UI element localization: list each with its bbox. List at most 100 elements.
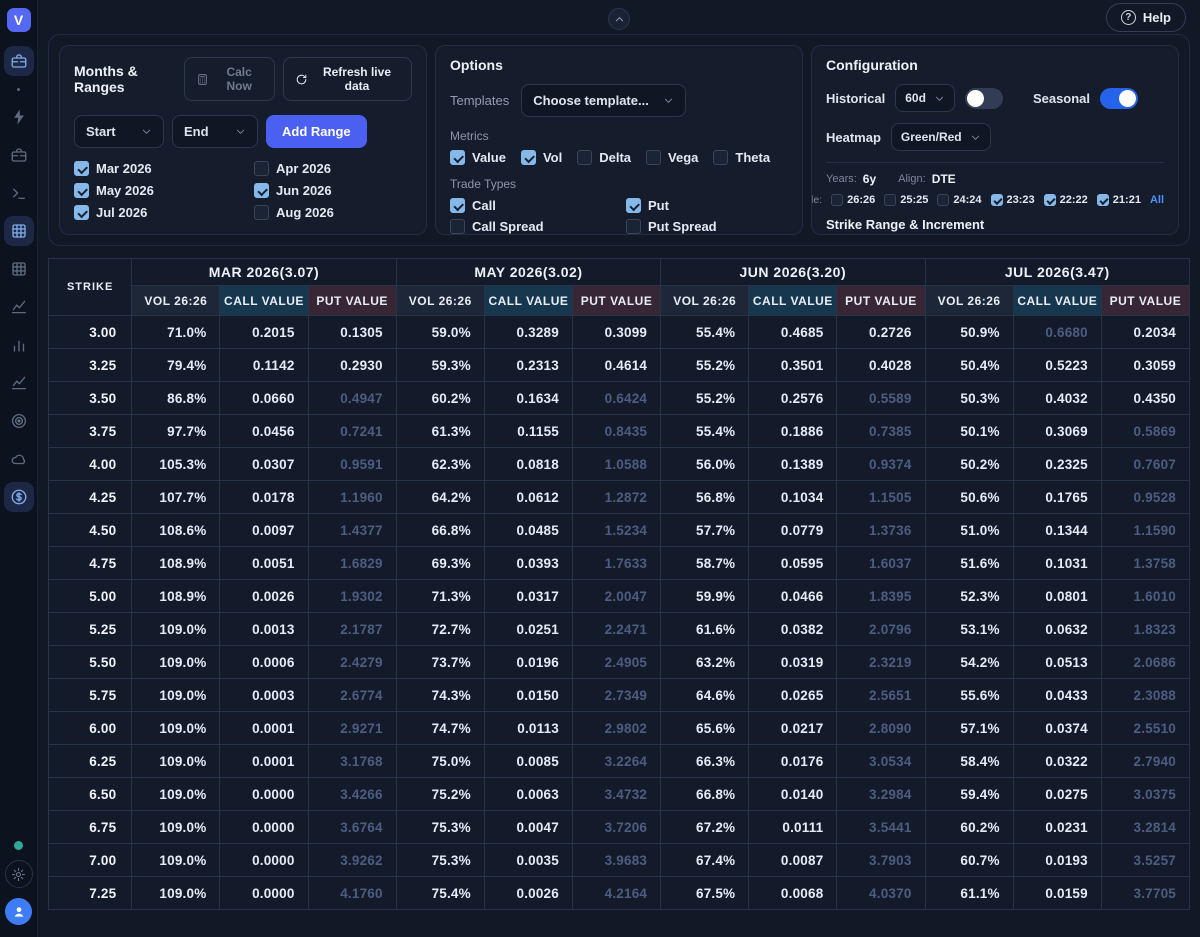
call-value-cell: 0.0051	[220, 547, 308, 580]
call-value-cell: 0.0196	[484, 646, 572, 679]
vol-value-cell: 109.0%	[132, 844, 220, 877]
put-value-cell: 0.2930	[308, 349, 396, 382]
call-value-cell: 0.1034	[749, 481, 837, 514]
metric-checkbox-vol[interactable]: Vol	[521, 150, 562, 165]
put-value-cell: 1.2872	[572, 481, 660, 514]
sidebar-item-pricing[interactable]	[4, 482, 34, 512]
visible-checkbox-24-24[interactable]: 24:24	[937, 194, 981, 206]
sidebar-item-cloud[interactable]	[4, 444, 34, 474]
heatmap-scheme-select[interactable]: Green/Red	[891, 123, 991, 151]
sidebar-item-terminal[interactable]	[4, 178, 34, 208]
historical-toggle[interactable]	[965, 88, 1003, 109]
trade-type-checkbox-put-spread[interactable]: Put Spread	[626, 219, 738, 234]
put-value-cell: 3.5441	[837, 811, 925, 844]
strike-value: 5.25	[49, 613, 132, 646]
divider	[826, 162, 1164, 163]
strike-value: 4.75	[49, 547, 132, 580]
call-value-cell: 0.1142	[220, 349, 308, 382]
calculator-icon	[196, 73, 209, 86]
sidebar-nav	[4, 46, 34, 841]
call-value-cell: 0.0456	[220, 415, 308, 448]
put-value-cell: 0.7607	[1101, 448, 1189, 481]
visible-checkbox-25-25[interactable]: 25:25	[884, 194, 928, 206]
refresh-live-data-button[interactable]: Refresh live data	[283, 57, 412, 101]
start-month-select[interactable]: Start	[74, 115, 164, 148]
end-month-select[interactable]: End	[172, 115, 258, 148]
settings-button[interactable]	[5, 860, 33, 888]
month-checkbox-may-2026[interactable]: May 2026	[74, 183, 254, 198]
historical-period-select[interactable]: 60d	[895, 84, 955, 112]
metric-checkbox-delta[interactable]: Delta	[577, 150, 631, 165]
sidebar-item-analytics[interactable]	[4, 330, 34, 360]
put-value-cell: 4.1760	[308, 877, 396, 910]
calc-now-button[interactable]: Calc Now	[184, 57, 275, 101]
heatmap-label: Heatmap	[826, 130, 881, 145]
trade-type-checkbox-put[interactable]: Put	[626, 198, 738, 213]
month-checkbox-jun-2026[interactable]: Jun 2026	[254, 183, 412, 198]
visible-checkbox-21-21[interactable]: 21:21	[1097, 194, 1141, 206]
sidebar-item-grid-alt[interactable]	[4, 254, 34, 284]
visible-checkbox-23-23[interactable]: 23:23	[991, 194, 1035, 206]
visible-checkbox-26-26[interactable]: 26:26	[831, 194, 875, 206]
collapse-panels-button[interactable]	[608, 8, 630, 30]
put-value-cell: 0.9591	[308, 448, 396, 481]
vol-column-header: VOL 26:26	[925, 286, 1013, 316]
trade-type-checkbox-put-label: Put	[648, 198, 669, 213]
vol-value-cell: 109.0%	[132, 745, 220, 778]
put-value-cell: 2.5510	[1101, 712, 1189, 745]
sidebar-item-quick-actions[interactable]	[4, 102, 34, 132]
call-value-cell: 0.0001	[220, 745, 308, 778]
call-value-cell: 0.0513	[1013, 646, 1101, 679]
months-checkbox-grid: Mar 2026Apr 2026May 2026Jun 2026Jul 2026…	[74, 161, 412, 220]
seasonal-toggle[interactable]	[1100, 88, 1138, 109]
sidebar-item-charts-alt[interactable]	[4, 368, 34, 398]
call-value-cell: 0.3289	[484, 316, 572, 349]
sidebar-item-charts[interactable]	[4, 292, 34, 322]
vol-value-cell: 69.3%	[396, 547, 484, 580]
call-value-cell: 0.0001	[220, 712, 308, 745]
call-value-cell: 0.3501	[749, 349, 837, 382]
sidebar-item-indicator[interactable]	[4, 84, 34, 94]
metric-checkbox-theta[interactable]: Theta	[713, 150, 770, 165]
vol-value-cell: 67.5%	[661, 877, 749, 910]
table-row: 5.25109.0%0.00132.178772.7%0.02512.24716…	[49, 613, 1190, 646]
month-checkbox-mar-2026[interactable]: Mar 2026	[74, 161, 254, 176]
sidebar-item-target[interactable]	[4, 406, 34, 436]
table-row: 4.50108.6%0.00971.437766.8%0.04851.52345…	[49, 514, 1190, 547]
month-checkbox-jul-2026[interactable]: Jul 2026	[74, 205, 254, 220]
sidebar-item-portfolio[interactable]	[4, 140, 34, 170]
trade-type-checkbox-call-spread[interactable]: Call Spread	[450, 219, 626, 234]
month-checkbox-apr-2026[interactable]: Apr 2026	[254, 161, 412, 176]
trade-types-grid: CallPutCall SpreadPut SpreadCall FlyPut …	[450, 198, 788, 235]
call-value-cell: 0.0779	[749, 514, 837, 547]
vol-value-cell: 61.1%	[925, 877, 1013, 910]
table-row: 3.0071.0%0.20150.130559.0%0.32890.309955…	[49, 316, 1190, 349]
app-logo[interactable]: V	[7, 8, 31, 32]
visible-all-link[interactable]: All	[1150, 194, 1164, 206]
month-checkbox-aug-2026[interactable]: Aug 2026	[254, 205, 412, 220]
call-value-cell: 0.0047	[484, 811, 572, 844]
user-avatar[interactable]	[5, 898, 32, 925]
strike-value: 6.50	[49, 778, 132, 811]
add-range-button[interactable]: Add Range	[266, 115, 367, 148]
put-value-cell: 1.8323	[1101, 613, 1189, 646]
sidebar-item-workspace[interactable]	[4, 46, 34, 76]
template-select[interactable]: Choose template...	[521, 84, 686, 117]
call-value-cell: 0.0818	[484, 448, 572, 481]
sidebar-item-options-matrix[interactable]	[4, 216, 34, 246]
help-button[interactable]: ? Help	[1106, 3, 1186, 32]
put-value-cell: 4.0370	[837, 877, 925, 910]
put-value-cell: 2.6774	[308, 679, 396, 712]
call-value-cell: 0.0660	[220, 382, 308, 415]
trade-type-checkbox-call[interactable]: Call	[450, 198, 626, 213]
metric-checkbox-value[interactable]: Value	[450, 150, 506, 165]
checkbox-unchecked-icon	[937, 194, 949, 206]
visible-checkbox-22-22[interactable]: 22:22	[1044, 194, 1088, 206]
metric-checkbox-vega[interactable]: Vega	[646, 150, 698, 165]
vol-value-cell: 109.0%	[132, 811, 220, 844]
vol-value-cell: 74.3%	[396, 679, 484, 712]
call-value-cell: 0.1155	[484, 415, 572, 448]
month-group-header: JUL 2026(3.47)	[925, 259, 1189, 286]
call-value-cell: 0.1886	[749, 415, 837, 448]
strike-value: 3.50	[49, 382, 132, 415]
